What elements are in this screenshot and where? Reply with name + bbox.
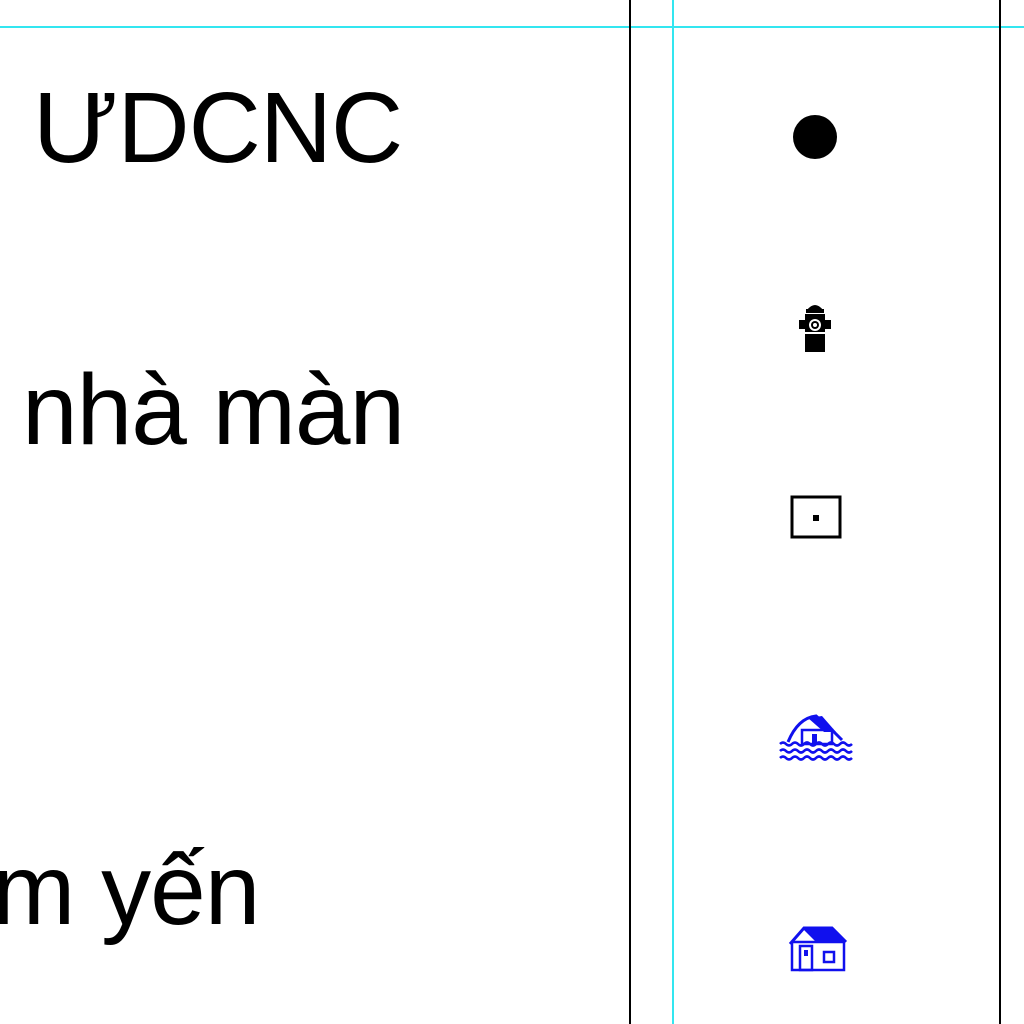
column-border-left — [629, 0, 631, 1024]
legend-label-yen: m yến — [0, 834, 260, 946]
legend-table: ƯDCNC nhà màn m yến — [0, 0, 1024, 1024]
vertical-guide-line — [672, 0, 674, 1024]
filled-circle-icon — [793, 115, 837, 159]
house-on-water-icon — [779, 714, 853, 761]
column-border-right — [999, 0, 1001, 1024]
house-icon — [788, 926, 848, 972]
legend-label-nha-man: nhà màn — [22, 354, 405, 466]
square-with-dot-icon — [790, 495, 842, 539]
legend-label-udcnc: ƯDCNC — [33, 72, 403, 184]
fire-hydrant-icon — [799, 305, 831, 352]
horizontal-guide-line — [0, 26, 1024, 28]
